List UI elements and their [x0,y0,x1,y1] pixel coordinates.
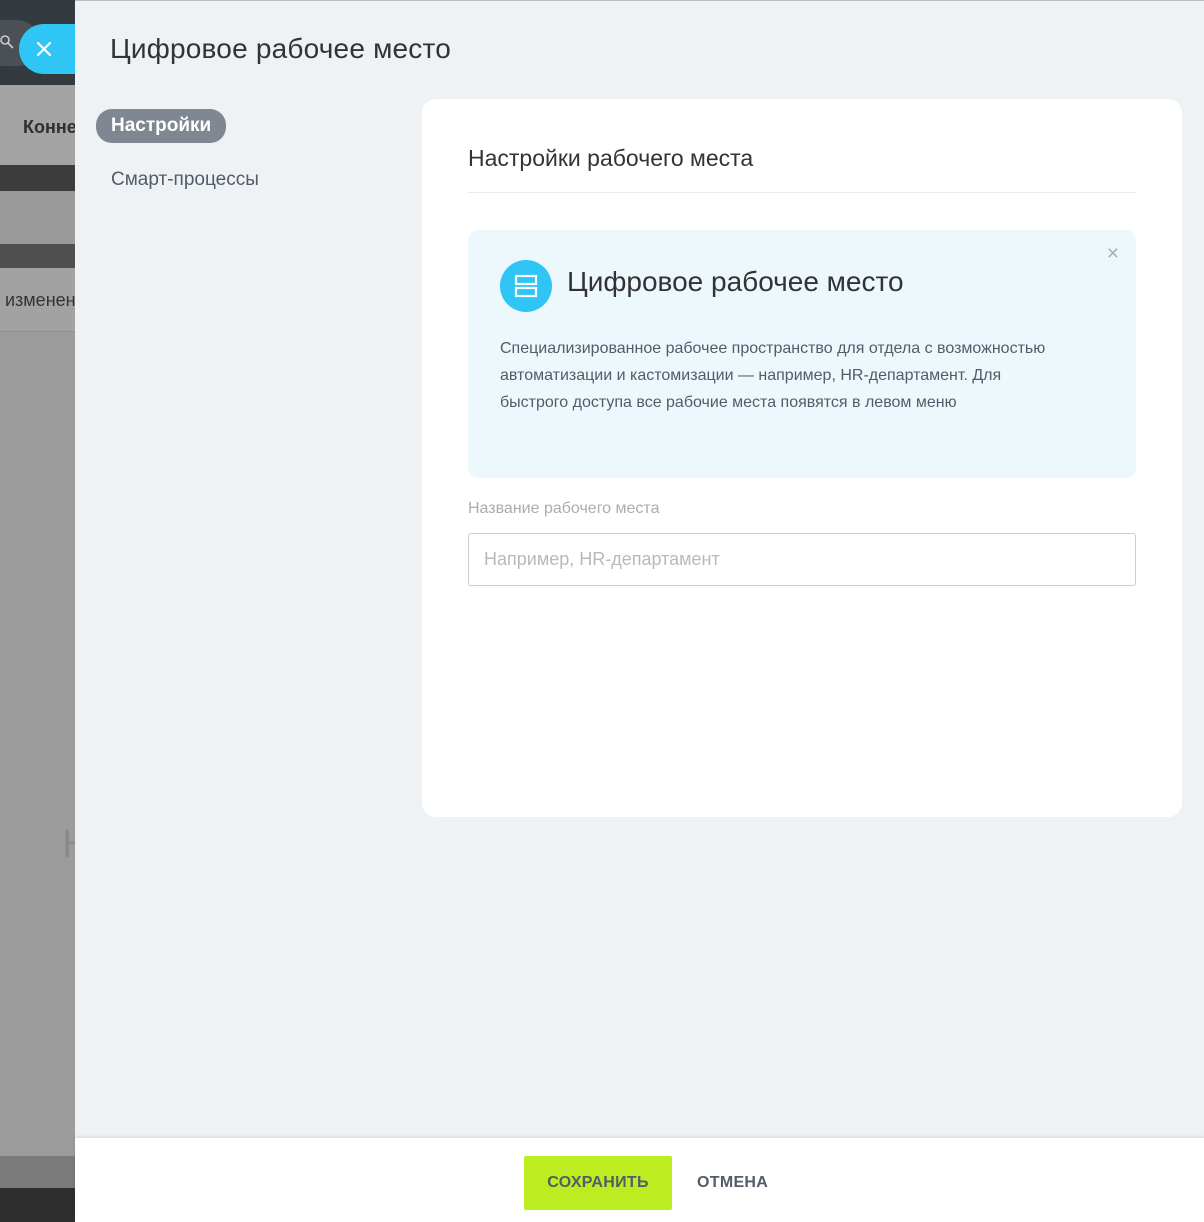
workspace-name-input[interactable] [468,533,1136,586]
workspace-icon [500,260,552,312]
search-icon [0,35,14,49]
save-button[interactable]: СОХРАНИТЬ [524,1156,672,1210]
workspace-glyph-icon [514,274,538,298]
info-description: Специализированное рабочее пространство … [500,340,1046,411]
background-row-text: изменен [5,290,75,310]
footer-bar: СОХРАНИТЬ ОТМЕНА [75,1138,1204,1222]
cancel-button[interactable]: ОТМЕНА [687,1156,778,1210]
background-strip [0,244,75,268]
background-header-text: Конне [23,117,75,137]
background-app: Конне изменен Н [0,0,75,1222]
info-close-icon[interactable]: × [1107,243,1119,264]
slider-panel: Цифровое рабочее место Настройки Смарт-п… [75,0,1204,1222]
workspace-name-label: Название рабочего места [468,500,660,517]
card-title: Настройки рабочего места [468,145,754,171]
info-heading: Цифровое рабочее место [567,266,904,297]
background-big-letter: Н [62,822,75,867]
menu-item-smart-processes[interactable]: Смарт-процессы [96,163,274,197]
divider [468,192,1136,193]
background-bottom-bar [0,1188,75,1222]
background-bottom-bar [0,1156,75,1188]
settings-card: Настройки рабочего места × Цифровое рабо… [422,99,1182,817]
info-box: × Цифровое рабочее место Специализирован… [468,230,1136,478]
background-strip [0,191,75,244]
side-menu: Настройки [96,109,227,143]
close-icon [36,41,52,57]
slider-close-button[interactable] [19,24,79,74]
menu-item-settings[interactable]: Настройки [96,109,227,143]
page-title: Цифровое рабочее место [110,33,451,64]
background-strip [0,165,75,191]
